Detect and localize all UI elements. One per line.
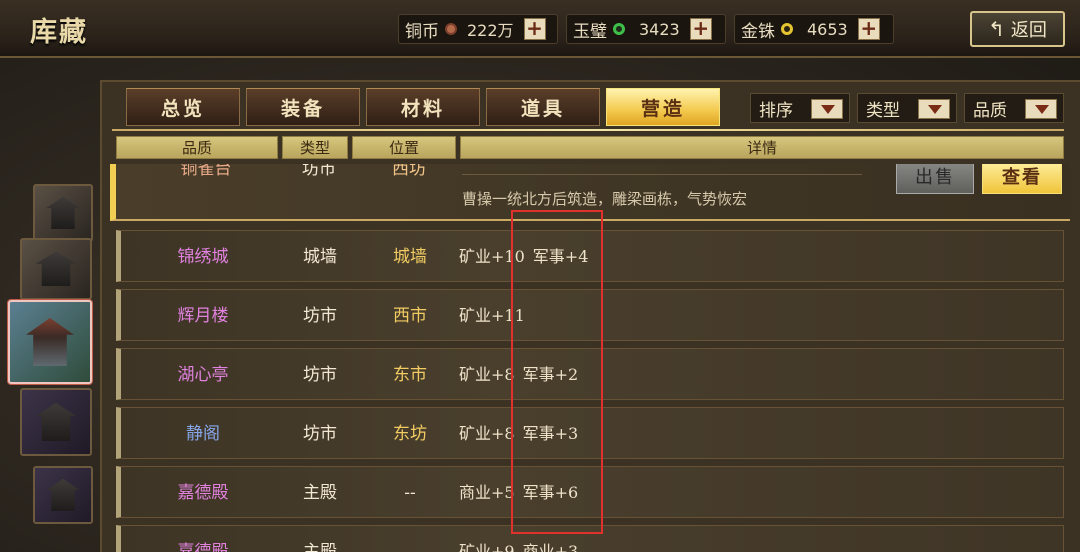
type-label: 类型 [866, 100, 900, 121]
tab-overview[interactable]: 总览 [126, 88, 240, 126]
divider [112, 129, 1064, 131]
tab-items[interactable]: 道具 [486, 88, 600, 126]
jade-display: 玉璧 3423 + [566, 14, 726, 44]
chevron-down-icon [1025, 99, 1057, 119]
item-type: 坊市 [303, 424, 337, 444]
stat: 矿业+8 [459, 424, 515, 443]
quality-label: 品质 [973, 100, 1007, 121]
currency-value: 3423 [639, 19, 680, 39]
sort-label: 排序 [759, 100, 793, 121]
building-thumbnail[interactable] [33, 184, 93, 242]
building-thumbnail[interactable] [33, 466, 93, 524]
building-thumbnail-selected[interactable] [8, 300, 92, 384]
tab-construction[interactable]: 营造 [606, 88, 720, 126]
currency-label: 玉璧 [573, 21, 607, 42]
quality-dropdown[interactable]: 品质 [964, 93, 1064, 123]
item-name: 嘉德殿 [177, 542, 229, 552]
back-button[interactable]: ↰ 返回 [970, 11, 1065, 47]
jade-icon [613, 23, 625, 35]
item-name: 锦绣城 [177, 247, 229, 267]
view-button[interactable]: 查看 [982, 164, 1062, 194]
add-gold-button[interactable]: + [857, 18, 880, 40]
item-position: -- [404, 483, 416, 503]
stat: 商业+3 [522, 542, 579, 552]
chevron-down-icon [918, 99, 950, 119]
building-thumbnail[interactable] [20, 238, 92, 300]
return-arrow-icon: ↰ [988, 17, 1005, 41]
page-title: 库藏 [30, 17, 88, 48]
item-position [355, 526, 465, 552]
currency-value: 222万 [467, 21, 514, 40]
copper-coin-display: 铜币 222万 + [398, 14, 558, 44]
item-position: 东坊 [393, 424, 427, 444]
column-header-type[interactable]: 类型 [282, 136, 348, 159]
gold-display: 金铢 4653 + [734, 14, 894, 44]
item-type: 主殿 [303, 483, 337, 503]
column-header-details: 详情 [460, 136, 1064, 159]
item-name: 静阁 [186, 424, 220, 444]
stat: 矿业+8 [459, 365, 515, 384]
column-header-position[interactable]: 位置 [352, 136, 456, 159]
currency-label: 金铢 [741, 21, 775, 42]
item-type: 坊市 [303, 306, 337, 326]
sell-button[interactable]: 出售 [896, 164, 974, 194]
item-type: 坊市 [303, 365, 337, 385]
tab-materials[interactable]: 材料 [366, 88, 480, 126]
item-name: 嘉德殿 [177, 483, 229, 503]
divider [462, 174, 862, 175]
item-position: 西坊 [392, 164, 426, 179]
item-name: 湖心亭 [177, 365, 229, 385]
chevron-down-icon [811, 99, 843, 119]
tab-equipment[interactable]: 装备 [246, 88, 360, 126]
currency-value: 4653 [807, 19, 848, 39]
building-thumbnail[interactable] [20, 388, 92, 456]
stat: 矿业+9 [459, 542, 515, 552]
stat: 商业+5 [459, 483, 515, 502]
top-bar: 库藏 铜币 222万 + 玉璧 3423 + 金铢 4653 + ↰ 返回 [0, 0, 1080, 58]
item-position: 东市 [393, 365, 427, 385]
copper-coin-icon [445, 23, 457, 35]
highlight-annotation-box [511, 210, 603, 534]
gold-icon [781, 23, 793, 35]
type-dropdown[interactable]: 类型 [857, 93, 957, 123]
column-header-quality[interactable]: 品质 [116, 136, 278, 159]
item-description: 曹操一统北方后筑造，雕梁画栋，气势恢宏 [462, 190, 748, 208]
back-label: 返回 [1010, 20, 1047, 41]
item-type: 城墙 [303, 247, 337, 267]
item-type: 主殿 [303, 542, 337, 552]
add-copper-button[interactable]: + [523, 18, 546, 40]
item-type: 坊市 [302, 164, 336, 179]
currency-label: 铜币 [405, 21, 439, 42]
item-name: 辉月楼 [177, 306, 229, 326]
add-jade-button[interactable]: + [689, 18, 712, 40]
item-position: 西市 [393, 306, 427, 326]
sort-dropdown[interactable]: 排序 [750, 93, 850, 123]
item-position: 城墙 [393, 247, 427, 267]
item-name: 铜雀台 [180, 164, 232, 179]
